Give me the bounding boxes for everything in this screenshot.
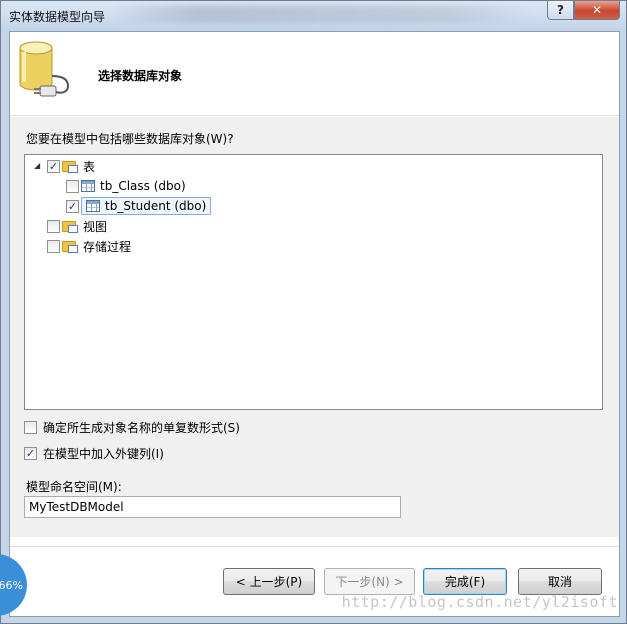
wizard-window: 实体数据模型向导 ? ✕ 选择数据库对象 您要在模型中包括哪些数据库对象(W)? [0,0,627,624]
cancel-button[interactable]: 取消 [518,568,602,595]
tree-label-views: 视图 [83,219,108,234]
views-checkbox[interactable] [47,219,60,233]
tables-checkbox[interactable]: ✓ [47,159,60,173]
collapse-arrow-icon[interactable]: ◢ [34,161,44,171]
tree-label-tb-class: tb_Class (dbo) [100,179,186,193]
finish-button[interactable]: 完成(F) [423,568,507,595]
wizard-content: 选择数据库对象 您要在模型中包括哪些数据库对象(W)? ◢ ✓ 表 tb_Cla… [9,31,620,617]
table-icon [86,200,100,212]
wizard-header: 选择数据库对象 [10,32,619,116]
tree-label-procedures: 存储过程 [83,239,132,254]
back-button[interactable]: < 上一步(P) [223,568,315,595]
foreign-keys-label: 在模型中加入外键列(I) [43,447,164,461]
tb-student-checkbox[interactable]: ✓ [66,199,79,213]
page-title: 选择数据库对象 [98,69,183,83]
title-bar-blur [111,5,531,23]
tree-node-procedures[interactable]: 存储过程 [47,237,131,255]
help-button[interactable]: ? [547,1,574,20]
foreign-keys-checkbox[interactable]: ✓ [24,447,37,460]
tree-node-tb-class[interactable]: tb_Class (dbo) [66,177,186,195]
tree-node-views[interactable]: 视图 [47,217,107,235]
database-plug-icon [19,41,70,97]
pluralize-option[interactable]: 确定所生成对象名称的单复数形式(S) [24,419,240,436]
next-button[interactable]: 下一步(N) > [324,568,415,595]
table-icon [81,180,95,192]
objects-question-label: 您要在模型中包括哪些数据库对象(W)? [26,132,234,146]
procedure-folder-icon [62,239,78,253]
table-folder-icon [62,159,78,173]
tb-class-checkbox[interactable] [66,179,79,193]
tree-node-tables[interactable]: ◢ ✓ 表 [34,157,95,175]
close-button[interactable]: ✕ [574,1,620,20]
tree-node-tb-student[interactable]: ✓ tb_Student (dbo) [66,197,212,215]
foreign-keys-option[interactable]: ✓ 在模型中加入外键列(I) [24,445,164,462]
wizard-body: 您要在模型中包括哪些数据库对象(W)? ◢ ✓ 表 tb_Class (dbo)… [10,117,619,537]
footer-divider [10,546,619,547]
namespace-label: 模型命名空间(M): [26,480,122,494]
title-bar[interactable]: 实体数据模型向导 ? ✕ [1,1,626,31]
pluralize-checkbox[interactable] [24,421,37,434]
tree-label-tables: 表 [83,159,96,174]
pluralize-label: 确定所生成对象名称的单复数形式(S) [43,421,240,435]
database-objects-tree[interactable]: ◢ ✓ 表 tb_Class (dbo) ✓ tb_Student (dbo) [24,154,603,410]
namespace-input[interactable] [24,496,401,518]
watermark-text: http://blog.csdn.net/yl2isoft [341,593,618,611]
procedures-checkbox[interactable] [47,239,60,253]
window-title: 实体数据模型向导 [9,10,106,24]
view-folder-icon [62,219,78,233]
tree-label-tb-student: tb_Student (dbo) [105,199,207,213]
selected-tree-item[interactable]: tb_Student (dbo) [81,197,212,215]
